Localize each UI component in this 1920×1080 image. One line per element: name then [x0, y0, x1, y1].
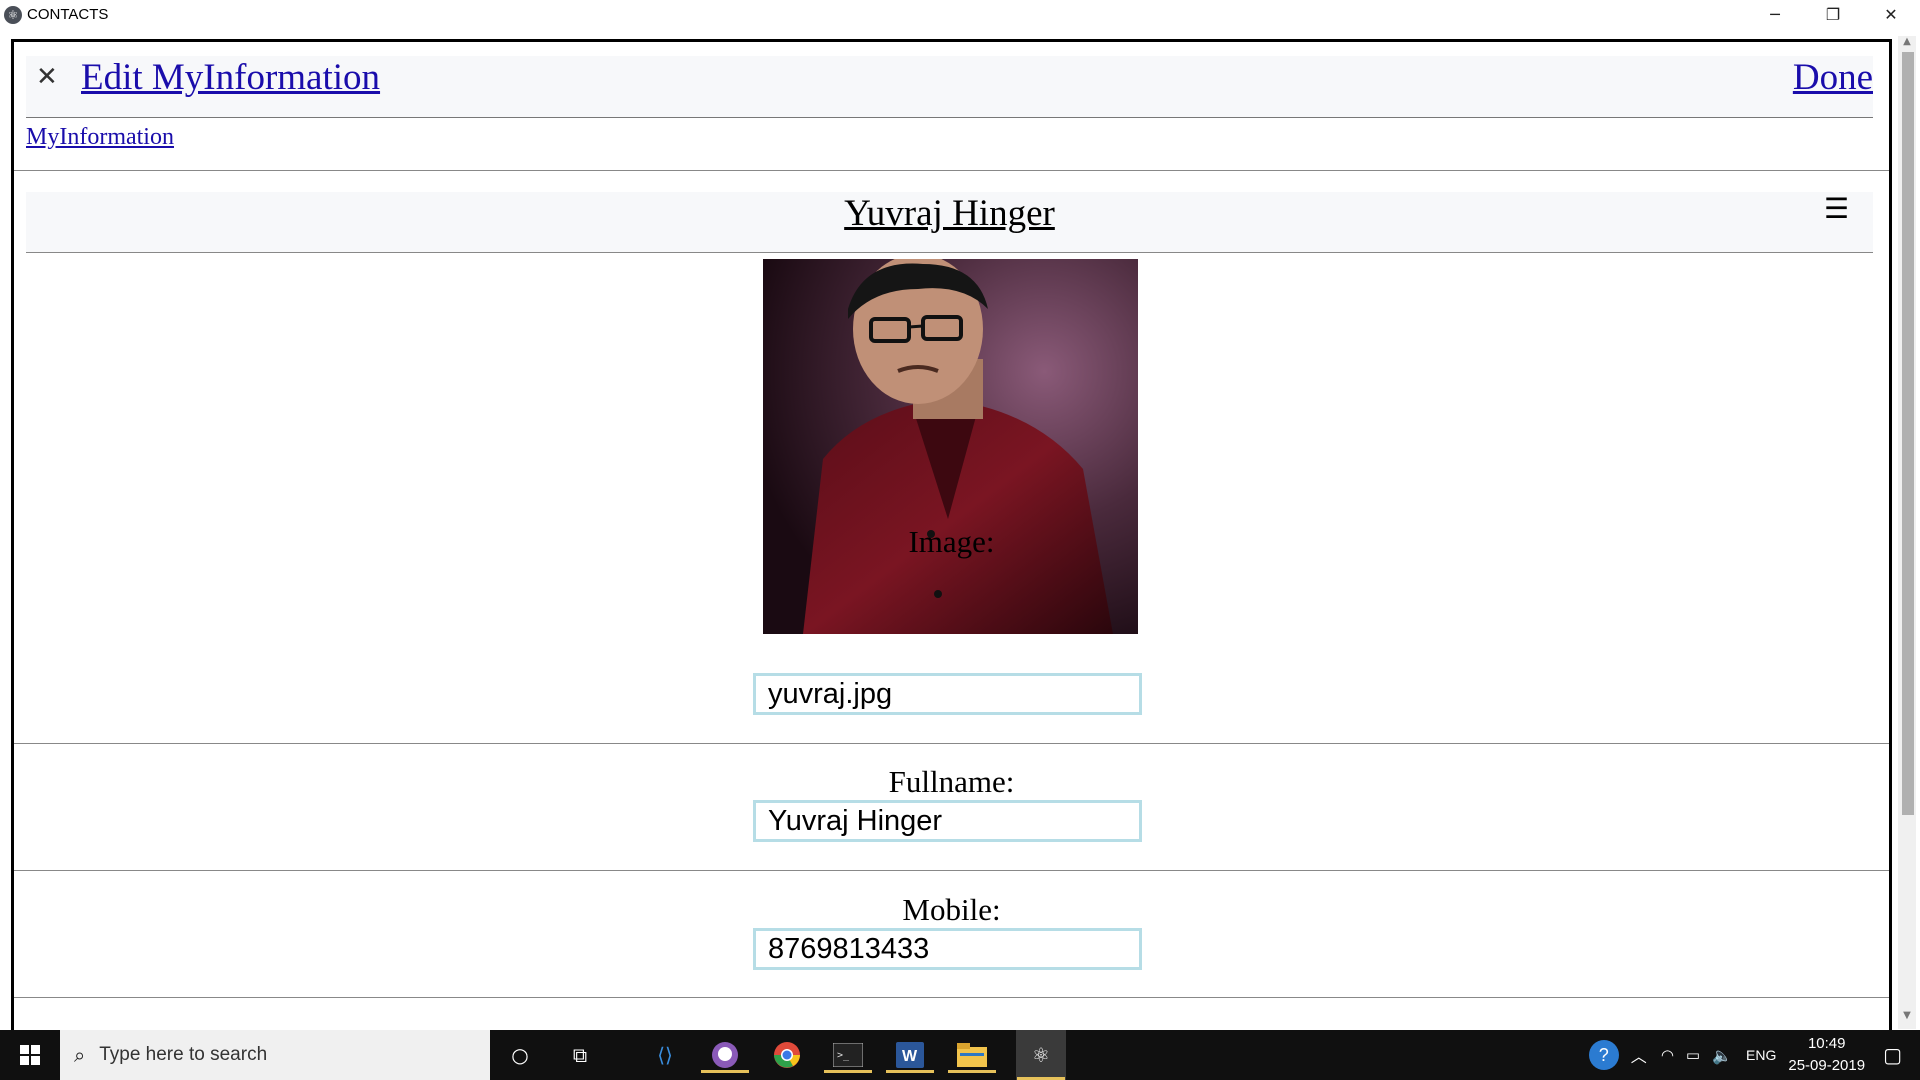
page-title-link[interactable]: Edit MyInformation — [81, 56, 380, 99]
language-indicator[interactable]: ENG — [1746, 1047, 1776, 1063]
electron-icon[interactable]: ⚛ — [1016, 1030, 1066, 1080]
divider — [14, 870, 1889, 871]
svg-text:W: W — [902, 1048, 918, 1065]
wifi-icon[interactable]: ◠ — [1661, 1046, 1674, 1064]
fullname-field[interactable]: Yuvraj Hinger — [753, 800, 1142, 842]
title-bar: ⚛ CONTACTS ─ ❐ ✕ — [0, 0, 1920, 29]
notification-icon[interactable]: ▢ — [1883, 1043, 1902, 1067]
contact-name: Yuvraj Hinger — [844, 193, 1055, 234]
app-content: ✕ Edit MyInformation Done MyInformation … — [11, 39, 1892, 1032]
close-icon[interactable]: ✕ — [36, 62, 58, 92]
image-label: Image: — [908, 524, 995, 559]
battery-icon[interactable]: ▭ — [1686, 1046, 1700, 1064]
contact-photo — [763, 259, 1138, 634]
svg-text:>_: >_ — [837, 1050, 850, 1061]
file-explorer-icon[interactable] — [948, 1037, 996, 1073]
task-view-icon[interactable]: ⧉ — [560, 1037, 600, 1073]
minimize-button[interactable]: ─ — [1746, 0, 1804, 29]
clock-date: 25-09-2019 — [1788, 1057, 1866, 1074]
taskbar-search[interactable]: ⌕ Type here to search — [60, 1030, 490, 1080]
window-controls: ─ ❐ ✕ — [1746, 0, 1920, 29]
edit-header: ✕ Edit MyInformation Done — [26, 56, 1873, 118]
active-indicator — [886, 1070, 934, 1073]
contact-name-bar: Yuvraj Hinger ☰ — [26, 192, 1873, 253]
done-button[interactable]: Done — [1793, 56, 1873, 99]
active-indicator — [824, 1070, 872, 1073]
help-icon[interactable]: ? — [1588, 1040, 1619, 1070]
scrollbar-thumb[interactable] — [1902, 52, 1914, 815]
search-icon: ⌕ — [74, 1043, 86, 1067]
vscode-icon[interactable]: ⟨⟩ — [645, 1037, 685, 1073]
scroll-down-icon[interactable]: ▼ — [1899, 1010, 1915, 1028]
mobile-field[interactable]: 8769813433 — [753, 928, 1142, 970]
clock-time: 10:49 — [1807, 1035, 1846, 1052]
breadcrumb[interactable]: MyInformation — [26, 124, 174, 151]
github-icon[interactable] — [701, 1037, 749, 1073]
image-field[interactable]: yuvraj.jpg — [753, 673, 1142, 715]
cortana-icon[interactable]: ○ — [500, 1037, 540, 1073]
chevron-up-icon[interactable]: ︿ — [1631, 1043, 1647, 1067]
close-window-button[interactable]: ✕ — [1862, 0, 1920, 29]
search-placeholder: Type here to search — [99, 1044, 268, 1065]
divider — [14, 743, 1889, 744]
menu-icon[interactable]: ☰ — [1824, 192, 1849, 225]
divider — [14, 170, 1889, 171]
active-indicator — [701, 1070, 749, 1073]
divider — [14, 997, 1889, 998]
volume-icon[interactable]: 🔈 — [1712, 1046, 1732, 1065]
taskbar: ⌕ Type here to search ○ ⧉ ⟨⟩ >_ W ⚛ ? ︿ … — [0, 1030, 1920, 1080]
window-title: CONTACTS — [27, 6, 109, 23]
app-icon: ⚛ — [4, 5, 22, 24]
active-indicator — [948, 1070, 996, 1073]
clock[interactable]: 10:49 25-09-2019 — [1788, 1033, 1865, 1077]
fullname-label: Fullname: — [888, 764, 1015, 799]
mobile-label: Mobile: — [902, 892, 1001, 927]
restore-button[interactable]: ❐ — [1804, 0, 1862, 29]
word-icon[interactable]: W — [886, 1037, 934, 1073]
terminal-icon[interactable]: >_ — [824, 1037, 872, 1073]
system-tray: ? ︿ ◠ ▭ 🔈 ENG 10:49 25-09-2019 ▢ — [1588, 1030, 1920, 1080]
chrome-icon[interactable] — [767, 1037, 807, 1073]
windows-start-icon[interactable] — [0, 1030, 60, 1080]
